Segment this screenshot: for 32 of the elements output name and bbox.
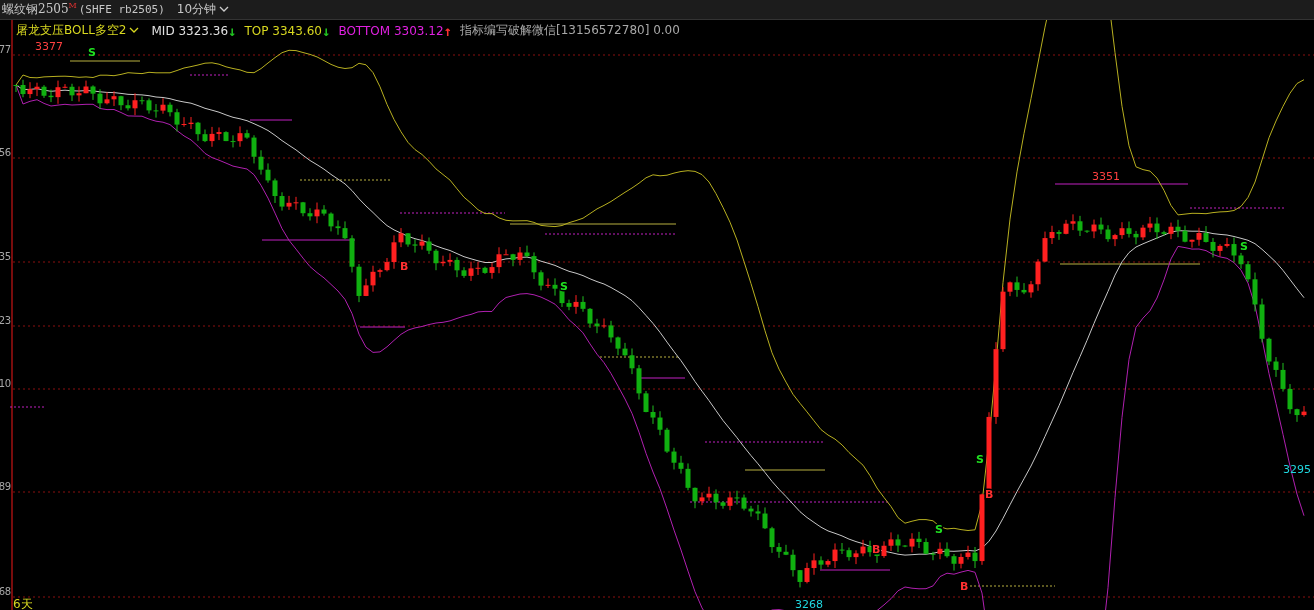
signal-marker: B [960, 580, 969, 593]
trend-arrow: ↑ [443, 23, 452, 38]
signal-marker: S [1240, 240, 1248, 253]
price-axis-label: 68 [0, 586, 11, 597]
price-label: 3377 [35, 40, 63, 53]
indicator-value: MID 3323.36 [151, 23, 229, 38]
price-axis-label: 23 [0, 315, 11, 326]
price-axis-label: 89 [0, 481, 11, 492]
signal-marker: B [400, 260, 409, 273]
signal-marker: S [976, 453, 984, 466]
trend-arrow: ↓ [321, 23, 331, 38]
trend-arrow: ↓ [228, 23, 237, 38]
days-label: 6天 [13, 597, 33, 610]
signal-marker: B [985, 488, 994, 501]
signal-marker: S [560, 280, 568, 293]
price-label: 3295 [1283, 463, 1311, 476]
price-axis-label: 10 [0, 378, 11, 389]
price-label: 3351 [1092, 170, 1120, 183]
indicator-selector[interactable]: 屠龙支压BOLL多空2 [16, 22, 140, 39]
signal-marker: S [88, 46, 96, 59]
indicator-value: TOP 3343.60 [244, 23, 322, 38]
signal-marker: B [872, 543, 881, 556]
period-dropdown[interactable]: 10分钟 [174, 1, 232, 18]
price-axis-label: 35 [0, 251, 11, 262]
indicator-value: BOTTOM 3303.12 [338, 23, 444, 38]
price-axis-label: 56 [0, 147, 11, 158]
price-label: 3268 [795, 598, 823, 610]
contract-code: (SHFE rb2505) [78, 3, 165, 16]
indicator-note: 指标编写破解微信[13156572780] 0.00 [460, 22, 680, 39]
symbol-name: 螺纹钢2505$^{M}$ [2, 1, 77, 18]
signal-marker: S [935, 523, 943, 536]
price-axis-label: 77 [0, 44, 11, 55]
